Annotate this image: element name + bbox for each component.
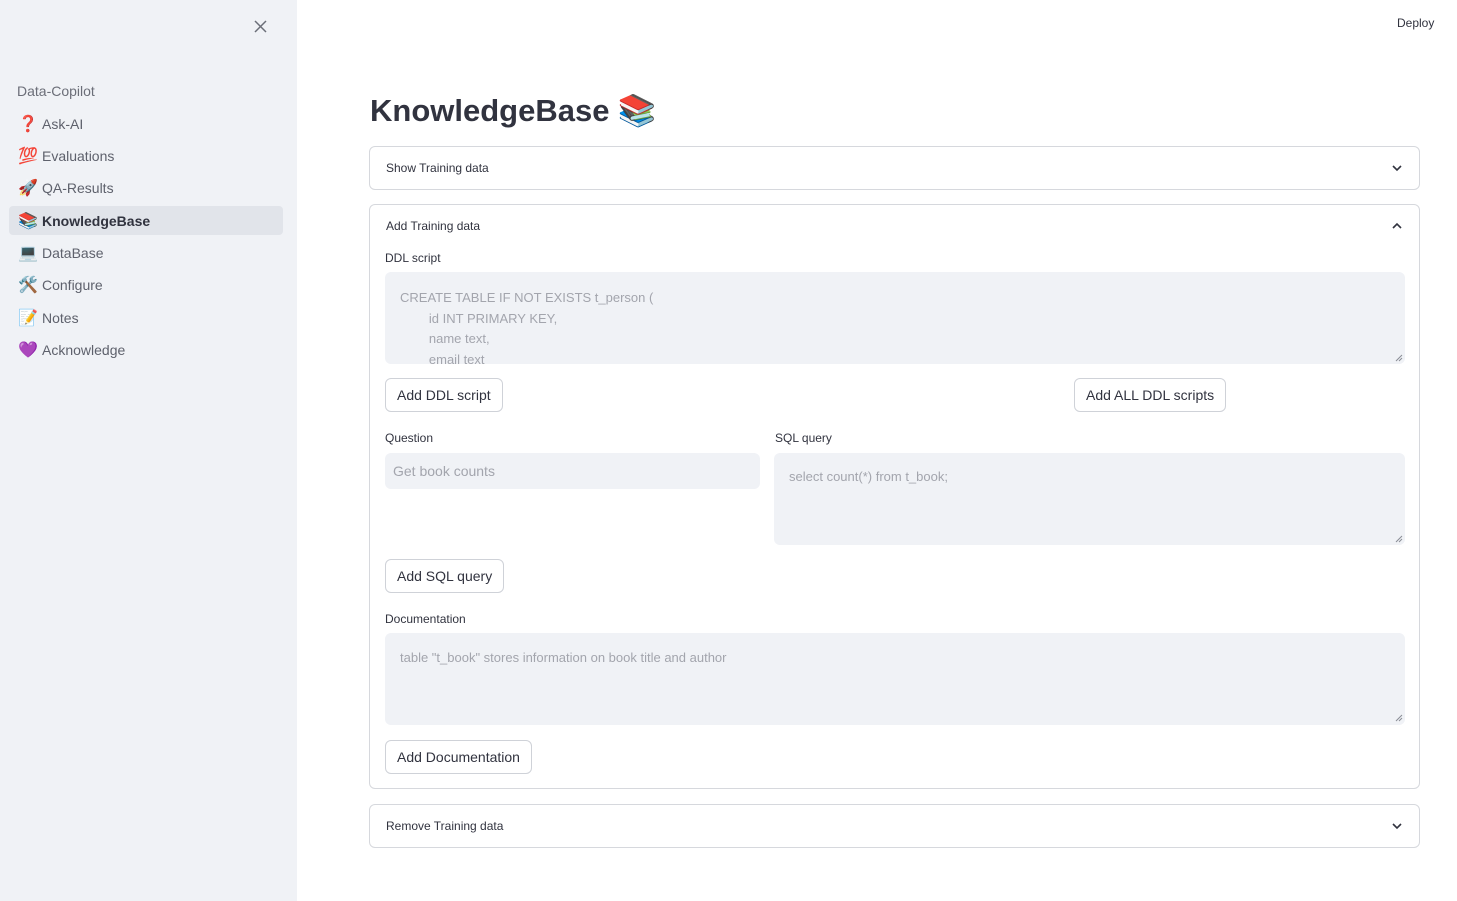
sidebar-heading: Data-Copilot <box>17 83 95 99</box>
sidebar-item-label: Configure <box>42 277 103 294</box>
sidebar-item-configure[interactable]: 🛠️ Configure <box>9 271 283 300</box>
sidebar-item-evaluations[interactable]: 💯 Evaluations <box>9 141 283 170</box>
sidebar-item-label: QA-Results <box>42 180 114 197</box>
chevron-up-icon <box>1392 222 1402 229</box>
sql-query-label: SQL query <box>775 431 832 445</box>
remove-training-header[interactable]: Remove Training data <box>370 805 1419 847</box>
sidebar-item-acknowledge[interactable]: 💜 Acknowledge <box>9 336 283 365</box>
memo-icon: 📝 <box>18 309 38 327</box>
chevron-down-icon <box>1392 823 1402 830</box>
sidebar: Data-Copilot ❓ Ask-AI 💯 Evaluations 🚀 QA… <box>0 0 297 901</box>
question-label: Question <box>385 431 434 445</box>
deploy-button[interactable]: Deploy <box>1391 14 1440 32</box>
books-icon: 📚 <box>18 212 38 230</box>
sidebar-item-label: Evaluations <box>42 147 115 164</box>
add-documentation-button[interactable]: Add Documentation <box>385 740 532 774</box>
close-sidebar-button[interactable] <box>248 14 272 38</box>
ddl-script-label: DDL script <box>385 251 441 265</box>
documentation-label: Documentation <box>385 612 466 626</box>
laptop-icon: 💻 <box>18 245 38 263</box>
books-icon: 📚 <box>617 93 657 128</box>
remove-training-expander: Remove Training data <box>369 804 1420 848</box>
sidebar-item-database[interactable]: 💻 DataBase <box>9 239 283 268</box>
resize-grip-icon[interactable] <box>1395 535 1403 543</box>
page-title-text: KnowledgeBase <box>370 92 610 128</box>
question-input[interactable]: Get book counts <box>385 453 760 489</box>
sidebar-item-label: DataBase <box>42 245 104 262</box>
sidebar-item-ask-ai[interactable]: ❓ Ask-AI <box>9 109 283 138</box>
sidebar-item-knowledgebase[interactable]: 📚 KnowledgeBase <box>9 206 283 236</box>
chevron-down-icon <box>1392 165 1402 172</box>
add-training-header[interactable]: Add Training data <box>370 205 1419 247</box>
expander-label: Show Training data <box>386 161 489 175</box>
sidebar-nav: ❓ Ask-AI 💯 Evaluations 🚀 QA-Results 📚 Kn… <box>9 109 283 368</box>
resize-grip-icon[interactable] <box>1395 714 1403 722</box>
add-sql-query-button[interactable]: Add SQL query <box>385 559 505 593</box>
question-icon: ❓ <box>18 115 38 133</box>
show-training-header[interactable]: Show Training data <box>370 147 1419 189</box>
add-all-ddl-scripts-button[interactable]: Add ALL DDL scripts <box>1074 378 1227 412</box>
expander-label: Add Training data <box>386 219 481 233</box>
add-ddl-script-button[interactable]: Add DDL script <box>385 378 503 412</box>
page-title: KnowledgeBase 📚 <box>370 92 656 129</box>
documentation-textarea[interactable]: table "t_book" stores information on boo… <box>385 633 1405 725</box>
hundred-points-icon: 💯 <box>18 147 38 165</box>
sidebar-item-qa-results[interactable]: 🚀 QA-Results <box>9 174 283 203</box>
show-training-expander: Show Training data <box>369 146 1420 190</box>
sql-query-textarea[interactable]: select count(*) from t_book; <box>774 453 1405 545</box>
sidebar-item-label: KnowledgeBase <box>42 212 151 229</box>
tools-icon: 🛠️ <box>18 277 38 295</box>
purple-heart-icon: 💜 <box>18 342 38 360</box>
sidebar-item-label: Ask-AI <box>42 115 84 132</box>
close-icon <box>253 19 267 33</box>
resize-grip-icon[interactable] <box>1395 354 1403 362</box>
rocket-icon: 🚀 <box>18 180 38 198</box>
expander-label: Remove Training data <box>386 819 504 833</box>
sidebar-item-notes[interactable]: 📝 Notes <box>9 303 283 332</box>
ddl-script-textarea[interactable]: CREATE TABLE IF NOT EXISTS t_person ( id… <box>385 272 1405 364</box>
sidebar-item-label: Acknowledge <box>42 342 126 359</box>
sidebar-item-label: Notes <box>42 309 79 326</box>
